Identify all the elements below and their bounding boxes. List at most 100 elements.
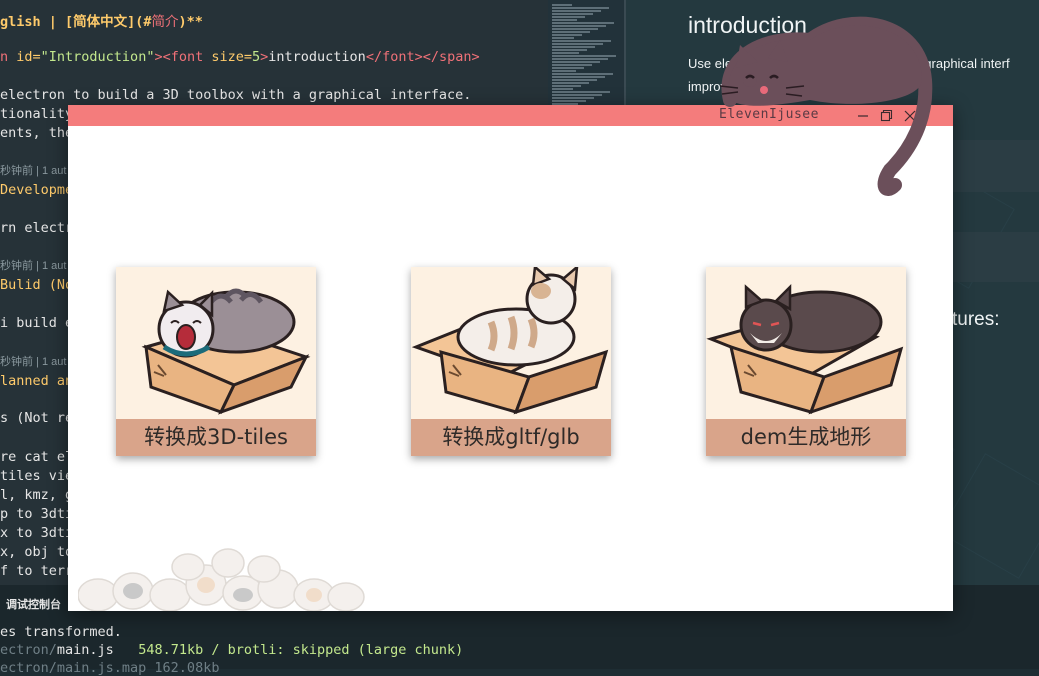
code-line[interactable]: re cat el <box>0 449 73 465</box>
code-line[interactable]: lanned an <box>0 373 73 389</box>
cream-calico-cat-in-box-icon <box>411 267 609 415</box>
preview-features-heading: tures: <box>952 309 1000 330</box>
minimap-line <box>552 16 585 18</box>
minimap-line <box>552 85 581 87</box>
code-token: s (Not re <box>0 410 74 426</box>
minimap-line <box>552 43 603 45</box>
code-token: 简介 <box>151 14 179 30</box>
minimap-line <box>552 52 579 54</box>
code-token: introduction <box>268 49 366 65</box>
code-line[interactable]: ents, the <box>0 125 73 141</box>
minimap-line <box>552 91 610 93</box>
code-token: 秒钟前 | 1 aut <box>0 165 67 177</box>
minimap-line <box>552 7 609 9</box>
code-token: i build e <box>0 315 74 331</box>
code-line[interactable]: x, obj to <box>0 544 73 560</box>
terminal-token: ectron/ <box>0 642 57 658</box>
terminal-line: ectron/main.js 548.71kb / brotli: skippe… <box>0 642 463 658</box>
code-line[interactable]: rn electr <box>0 220 73 236</box>
convert-gltf-glb-card[interactable]: 转换成gltf/glb <box>411 267 611 456</box>
code-token: )** <box>178 14 203 30</box>
minimap-line <box>552 82 589 84</box>
terminal-token: ectron/main.js.map 162.08kb <box>0 660 220 676</box>
code-token: x, obj to <box>0 544 74 560</box>
minimap-line <box>552 88 573 90</box>
code-token: ents, the <box>0 125 74 141</box>
code-token: electron to build a 3D toolbox with a gr… <box>0 87 472 103</box>
minimap-line <box>552 40 611 42</box>
code-line[interactable]: s (Not re <box>0 410 73 426</box>
grey-tabby-cat-in-box-icon <box>141 288 311 415</box>
code-token: tionality <box>0 106 74 122</box>
minimap-line <box>552 19 577 21</box>
minimap-line <box>552 73 613 75</box>
terminal-token: main.js <box>56 642 114 658</box>
overlay-cat-icon <box>719 16 933 196</box>
minimap-line <box>552 25 606 27</box>
minimap-line <box>552 4 572 6</box>
code-line[interactable]: i build e <box>0 315 73 331</box>
minimap-line <box>552 79 597 81</box>
minimap-line <box>552 61 600 63</box>
code-line[interactable]: glish | [简体中文](#简介)** <box>0 10 203 30</box>
code-line[interactable]: l, kmz, g <box>0 487 73 503</box>
cats-pile-decoration-icon <box>78 548 365 611</box>
minimap-line <box>552 70 576 72</box>
code-token: lanned an <box>0 373 74 389</box>
tab-debug-console[interactable]: 调试控制台 <box>6 596 61 612</box>
convert-3dtiles-card[interactable]: 转换成3D-tiles <box>116 267 316 456</box>
minimap-line <box>552 37 574 39</box>
code-token: 5 <box>252 49 261 65</box>
minimap-line <box>552 46 595 48</box>
code-line[interactable]: x to 3dti <box>0 525 73 541</box>
minimap-line <box>552 67 584 69</box>
code-line[interactable]: p to 3dti <box>0 506 73 522</box>
code-line[interactable]: 秒钟前 | 1 aut <box>0 162 66 178</box>
dem-terrain-card[interactable]: dem生成地形 <box>706 267 906 456</box>
code-token: font <box>170 49 212 65</box>
minimap[interactable] <box>548 0 624 105</box>
code-token: Bulid (No <box>0 277 74 293</box>
minimap-line <box>552 31 590 33</box>
code-token: rn electr <box>0 220 74 236</box>
minimap-line <box>552 100 586 102</box>
minimap-line <box>552 49 587 51</box>
code-token: 秒钟前 | 1 aut <box>0 260 67 272</box>
minimap-line <box>552 34 582 36</box>
minimap-line <box>552 58 608 60</box>
code-token: ](# <box>127 14 152 30</box>
code-token: id= <box>16 49 41 65</box>
code-token: glish | [ <box>0 14 74 30</box>
code-line[interactable]: electron to build a 3D toolbox with a gr… <box>0 87 471 103</box>
code-line[interactable]: 秒钟前 | 1 aut <box>0 257 66 273</box>
minimap-line <box>552 94 602 96</box>
minimap-line <box>552 13 593 15</box>
code-line[interactable]: n id="Introduction"><font size=5>introdu… <box>0 49 480 65</box>
code-line[interactable]: tionality <box>0 106 73 122</box>
code-line[interactable]: Developme <box>0 182 73 198</box>
code-token: Developme <box>0 182 74 198</box>
code-token: x to 3dti <box>0 525 74 541</box>
minimap-line <box>552 64 592 66</box>
code-line[interactable]: 秒钟前 | 1 aut <box>0 353 66 369</box>
code-token: re cat el <box>0 449 74 465</box>
minimap-line <box>552 22 614 24</box>
terminal-token: 548.71kb / brotli: skipped (large chunk) <box>113 642 464 658</box>
code-token: f to terr <box>0 563 74 579</box>
minimap-line <box>552 55 616 57</box>
code-token: tiles vie <box>0 468 74 484</box>
code-line[interactable]: tiles vie <box>0 468 73 484</box>
minimap-line <box>552 10 601 12</box>
terminal-line: ectron/main.js.map 162.08kb <box>0 660 219 676</box>
code-line[interactable]: Bulid (No <box>0 277 73 293</box>
terminal-line: es transformed. <box>0 624 122 640</box>
minimap-line <box>552 28 598 30</box>
code-line[interactable]: f to terr <box>0 563 73 579</box>
convert-gltf-glb-label: 转换成gltf/glb <box>411 419 611 456</box>
code-token: n <box>0 49 17 65</box>
code-token: p to 3dti <box>0 506 74 522</box>
dark-brown-cat-in-box-icon <box>706 283 904 415</box>
code-token: >< <box>154 49 171 65</box>
code-token: size= <box>211 49 252 65</box>
code-token: </font></span> <box>365 49 480 65</box>
